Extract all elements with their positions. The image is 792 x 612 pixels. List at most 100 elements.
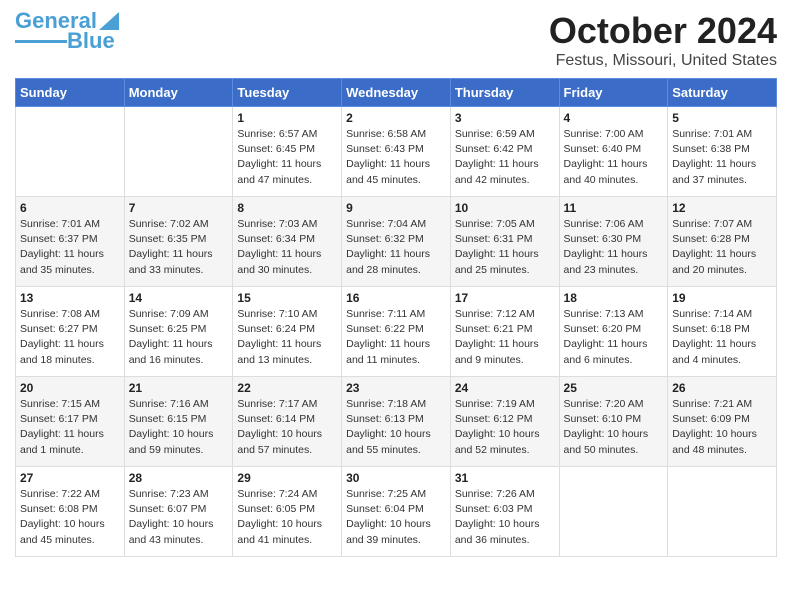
day-info: Sunrise: 7:08 AM Sunset: 6:27 PM Dayligh… — [20, 307, 120, 368]
day-number: 29 — [237, 471, 337, 485]
calendar-week-row: 27Sunrise: 7:22 AM Sunset: 6:08 PM Dayli… — [16, 467, 777, 557]
calendar-cell: 10 Sunrise: 7:05 AM Sunset: 6:31 PM Dayli… — [450, 197, 559, 287]
day-info: Sunrise: 7:09 AM Sunset: 6:25 PM Dayligh… — [129, 307, 229, 368]
calendar-week-row: 13 Sunrise: 7:08 AM Sunset: 6:27 PM Dayli… — [16, 287, 777, 377]
day-number: 2 — [346, 111, 446, 125]
calendar-cell: 26Sunrise: 7:21 AM Sunset: 6:09 PM Dayli… — [668, 377, 777, 467]
weekday-header-wednesday: Wednesday — [342, 79, 451, 107]
calendar-cell: 16Sunrise: 7:11 AM Sunset: 6:22 PM Dayli… — [342, 287, 451, 377]
day-number: 13 — [20, 291, 120, 305]
calendar-cell: 3 Sunrise: 6:59 AM Sunset: 6:42 PM Daylig… — [450, 107, 559, 197]
day-info: Sunrise: 7:04 AM Sunset: 6:32 PM Dayligh… — [346, 217, 446, 278]
calendar-cell: 17 Sunrise: 7:12 AM Sunset: 6:21 PM Dayli… — [450, 287, 559, 377]
calendar-cell: 29 Sunrise: 7:24 AM Sunset: 6:05 PM Dayli… — [233, 467, 342, 557]
calendar-cell: 1 Sunrise: 6:57 AM Sunset: 6:45 PM Daylig… — [233, 107, 342, 197]
calendar-cell: 15Sunrise: 7:10 AM Sunset: 6:24 PM Dayli… — [233, 287, 342, 377]
day-number: 17 — [455, 291, 555, 305]
calendar-cell — [124, 107, 233, 197]
day-info: Sunrise: 7:25 AM Sunset: 6:04 PM Dayligh… — [346, 487, 446, 548]
title-block: October 2024 Festus, Missouri, United St… — [549, 10, 777, 70]
calendar-cell: 5 Sunrise: 7:01 AM Sunset: 6:38 PM Daylig… — [668, 107, 777, 197]
calendar-cell: 7Sunrise: 7:02 AM Sunset: 6:35 PM Daylig… — [124, 197, 233, 287]
day-number: 4 — [564, 111, 664, 125]
day-info: Sunrise: 7:20 AM Sunset: 6:10 PM Dayligh… — [564, 397, 664, 458]
day-info: Sunrise: 7:18 AM Sunset: 6:13 PM Dayligh… — [346, 397, 446, 458]
day-number: 11 — [564, 201, 664, 215]
calendar-cell: 27Sunrise: 7:22 AM Sunset: 6:08 PM Dayli… — [16, 467, 125, 557]
calendar-cell — [16, 107, 125, 197]
weekday-header-friday: Friday — [559, 79, 668, 107]
day-number: 1 — [237, 111, 337, 125]
day-number: 31 — [455, 471, 555, 485]
calendar-week-row: 20 Sunrise: 7:15 AM Sunset: 6:17 PM Dayli… — [16, 377, 777, 467]
weekday-header-saturday: Saturday — [668, 79, 777, 107]
calendar-week-row: 1 Sunrise: 6:57 AM Sunset: 6:45 PM Daylig… — [16, 107, 777, 197]
calendar-cell: 6 Sunrise: 7:01 AM Sunset: 6:37 PM Daylig… — [16, 197, 125, 287]
day-number: 30 — [346, 471, 446, 485]
day-number: 25 — [564, 381, 664, 395]
day-info: Sunrise: 7:15 AM Sunset: 6:17 PM Dayligh… — [20, 397, 120, 458]
calendar-cell: 13 Sunrise: 7:08 AM Sunset: 6:27 PM Dayli… — [16, 287, 125, 377]
day-info: Sunrise: 7:05 AM Sunset: 6:31 PM Dayligh… — [455, 217, 555, 278]
day-number: 5 — [672, 111, 772, 125]
day-number: 20 — [20, 381, 120, 395]
calendar-cell — [668, 467, 777, 557]
day-info: Sunrise: 7:13 AM Sunset: 6:20 PM Dayligh… — [564, 307, 664, 368]
calendar-cell: 8Sunrise: 7:03 AM Sunset: 6:34 PM Daylig… — [233, 197, 342, 287]
logo: General Blue — [15, 10, 119, 52]
day-number: 12 — [672, 201, 772, 215]
day-number: 28 — [129, 471, 229, 485]
day-number: 26 — [672, 381, 772, 395]
day-info: Sunrise: 7:24 AM Sunset: 6:05 PM Dayligh… — [237, 487, 337, 548]
day-info: Sunrise: 7:01 AM Sunset: 6:37 PM Dayligh… — [20, 217, 120, 278]
day-number: 10 — [455, 201, 555, 215]
logo-blue-text: Blue — [67, 30, 115, 52]
day-number: 24 — [455, 381, 555, 395]
day-number: 3 — [455, 111, 555, 125]
calendar-cell: 30 Sunrise: 7:25 AM Sunset: 6:04 PM Dayli… — [342, 467, 451, 557]
calendar-cell — [559, 467, 668, 557]
day-info: Sunrise: 7:00 AM Sunset: 6:40 PM Dayligh… — [564, 127, 664, 188]
day-info: Sunrise: 6:58 AM Sunset: 6:43 PM Dayligh… — [346, 127, 446, 188]
calendar-cell: 22Sunrise: 7:17 AM Sunset: 6:14 PM Dayli… — [233, 377, 342, 467]
calendar-cell: 11 Sunrise: 7:06 AM Sunset: 6:30 PM Dayli… — [559, 197, 668, 287]
day-number: 8 — [237, 201, 337, 215]
day-number: 23 — [346, 381, 446, 395]
weekday-header-tuesday: Tuesday — [233, 79, 342, 107]
day-number: 9 — [346, 201, 446, 215]
day-info: Sunrise: 7:12 AM Sunset: 6:21 PM Dayligh… — [455, 307, 555, 368]
calendar-cell: 18 Sunrise: 7:13 AM Sunset: 6:20 PM Dayli… — [559, 287, 668, 377]
day-number: 6 — [20, 201, 120, 215]
day-number: 18 — [564, 291, 664, 305]
day-info: Sunrise: 6:57 AM Sunset: 6:45 PM Dayligh… — [237, 127, 337, 188]
calendar-cell: 23 Sunrise: 7:18 AM Sunset: 6:13 PM Dayli… — [342, 377, 451, 467]
day-info: Sunrise: 6:59 AM Sunset: 6:42 PM Dayligh… — [455, 127, 555, 188]
calendar-header-row: SundayMondayTuesdayWednesdayThursdayFrid… — [16, 79, 777, 107]
calendar-week-row: 6 Sunrise: 7:01 AM Sunset: 6:37 PM Daylig… — [16, 197, 777, 287]
day-info: Sunrise: 7:11 AM Sunset: 6:22 PM Dayligh… — [346, 307, 446, 368]
weekday-header-monday: Monday — [124, 79, 233, 107]
calendar-cell: 20 Sunrise: 7:15 AM Sunset: 6:17 PM Dayli… — [16, 377, 125, 467]
calendar-subtitle: Festus, Missouri, United States — [549, 52, 777, 70]
day-number: 15 — [237, 291, 337, 305]
day-info: Sunrise: 7:01 AM Sunset: 6:38 PM Dayligh… — [672, 127, 772, 188]
day-info: Sunrise: 7:23 AM Sunset: 6:07 PM Dayligh… — [129, 487, 229, 548]
calendar-cell: 14Sunrise: 7:09 AM Sunset: 6:25 PM Dayli… — [124, 287, 233, 377]
calendar-cell: 19 Sunrise: 7:14 AM Sunset: 6:18 PM Dayli… — [668, 287, 777, 377]
weekday-header-thursday: Thursday — [450, 79, 559, 107]
calendar-cell: 25 Sunrise: 7:20 AM Sunset: 6:10 PM Dayli… — [559, 377, 668, 467]
calendar-cell: 28 Sunrise: 7:23 AM Sunset: 6:07 PM Dayli… — [124, 467, 233, 557]
day-number: 21 — [129, 381, 229, 395]
day-number: 19 — [672, 291, 772, 305]
day-info: Sunrise: 7:17 AM Sunset: 6:14 PM Dayligh… — [237, 397, 337, 458]
day-info: Sunrise: 7:26 AM Sunset: 6:03 PM Dayligh… — [455, 487, 555, 548]
day-info: Sunrise: 7:14 AM Sunset: 6:18 PM Dayligh… — [672, 307, 772, 368]
calendar-title: October 2024 — [549, 10, 777, 52]
calendar-cell: 31 Sunrise: 7:26 AM Sunset: 6:03 PM Dayli… — [450, 467, 559, 557]
day-info: Sunrise: 7:06 AM Sunset: 6:30 PM Dayligh… — [564, 217, 664, 278]
day-info: Sunrise: 7:07 AM Sunset: 6:28 PM Dayligh… — [672, 217, 772, 278]
calendar-cell: 2 Sunrise: 6:58 AM Sunset: 6:43 PM Daylig… — [342, 107, 451, 197]
calendar-cell: 9 Sunrise: 7:04 AM Sunset: 6:32 PM Daylig… — [342, 197, 451, 287]
day-info: Sunrise: 7:22 AM Sunset: 6:08 PM Dayligh… — [20, 487, 120, 548]
day-info: Sunrise: 7:19 AM Sunset: 6:12 PM Dayligh… — [455, 397, 555, 458]
